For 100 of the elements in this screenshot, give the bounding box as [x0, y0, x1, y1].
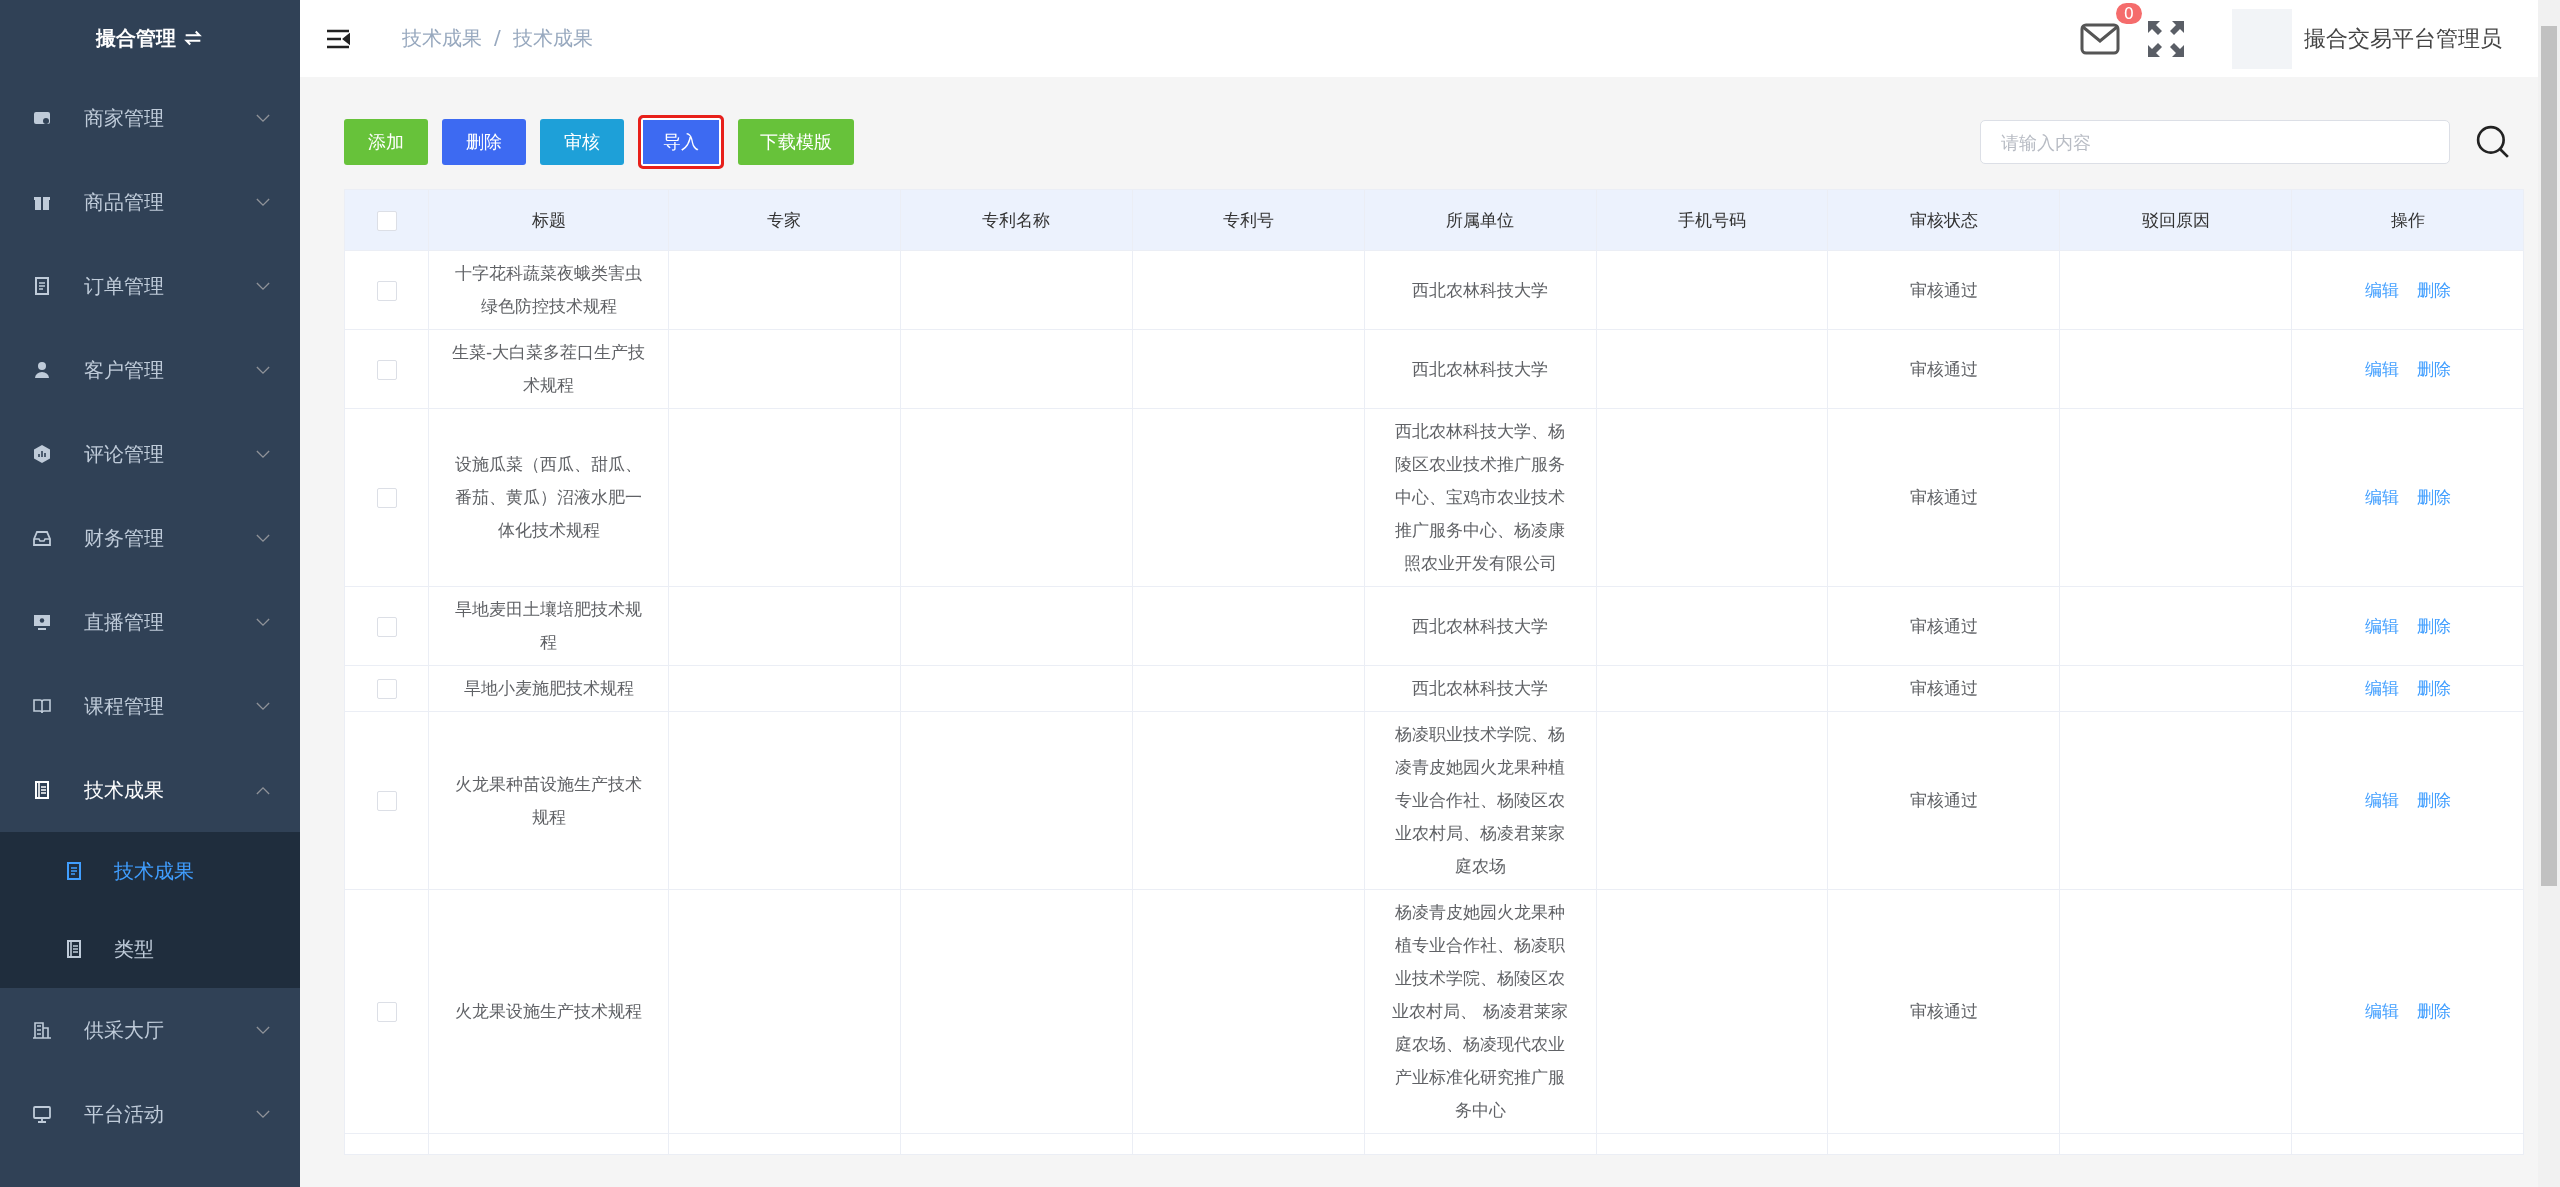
action-link[interactable]: 删除: [2416, 273, 2451, 307]
table-cell: 杨凌职业技术学院、杨凌青皮她园火龙果种植专业合作社、杨陵区农业农村局、杨凌君莱家庭农场: [1395, 724, 1566, 876]
checkbox[interactable]: [376, 280, 397, 301]
table-cell: 火龙果设施生产技术规程: [455, 1001, 642, 1021]
action-link[interactable]: 删除: [2416, 352, 2451, 386]
column-header: 所属单位: [1446, 209, 1515, 230]
user-name[interactable]: 撮合交易平台管理员: [2304, 23, 2502, 54]
table-cell: 审核通过: [1909, 615, 1978, 636]
menu-item[interactable]: 供采大厅: [0, 988, 300, 1072]
chevron-icon: [256, 449, 270, 459]
checkbox[interactable]: [376, 488, 397, 508]
breadcrumb-item[interactable]: 技术成果: [512, 25, 593, 52]
table-cell: 审核通过: [1909, 678, 1978, 698]
table-cell: 杨凌青皮她园火龙果种植专业合作社、杨凌职业技术学院、杨陵区农业农村局、 杨凌君莱家庭农场、杨凌现代农业产业标准化研究推广服务中心: [1392, 902, 1568, 1120]
chevron-icon: [256, 701, 270, 711]
table-cell: 审核通过: [1909, 1001, 1978, 1021]
checkbox[interactable]: [376, 616, 397, 637]
list-icon: [64, 939, 84, 959]
breadcrumb-separator: /: [494, 25, 501, 51]
menu-item[interactable]: 评论管理: [0, 412, 300, 496]
table-cell: 西北农林科技大学: [1412, 279, 1549, 300]
submenu-item[interactable]: 技术成果: [0, 832, 300, 910]
mail-icon[interactable]: [2080, 22, 2120, 55]
fullscreen-icon[interactable]: [2146, 18, 2186, 59]
action-link[interactable]: 编辑: [2364, 352, 2399, 386]
column-header: 专家: [767, 209, 802, 230]
table-cell: 西北农林科技大学: [1412, 678, 1549, 698]
toolbar-button[interactable]: 下载模版: [738, 119, 854, 165]
chevron-icon: [256, 533, 270, 543]
user-icon: [32, 360, 52, 380]
column-header: 审核状态: [1909, 209, 1978, 230]
action-link[interactable]: 删除: [2416, 995, 2451, 1028]
chevron-icon: [256, 617, 270, 627]
chevron-icon: [256, 1025, 270, 1035]
toolbar-button[interactable]: 删除: [442, 119, 526, 165]
column-header: 标题: [531, 209, 566, 230]
checkbox[interactable]: [376, 210, 397, 231]
search-icon[interactable]: [2476, 125, 2510, 159]
table-cell: 审核通过: [1909, 790, 1978, 810]
menu-icon[interactable]: [326, 28, 350, 49]
action-link[interactable]: 编辑: [2364, 995, 2399, 1028]
menu-item[interactable]: 财务管理: [0, 496, 300, 580]
chevron-icon: [256, 113, 270, 123]
checkbox[interactable]: [376, 791, 397, 811]
action-link[interactable]: 删除: [2416, 609, 2451, 643]
checkbox[interactable]: [376, 359, 397, 380]
action-link[interactable]: 删除: [2416, 481, 2451, 514]
building-icon: [32, 1020, 52, 1040]
menu-item[interactable]: 商品管理: [0, 160, 300, 244]
toolbar-button[interactable]: 审核: [540, 119, 624, 165]
monitor-icon: [32, 1104, 52, 1124]
menu-item[interactable]: 客户管理: [0, 328, 300, 412]
action-link[interactable]: 编辑: [2364, 672, 2399, 705]
breadcrumb-item[interactable]: 技术成果: [402, 25, 482, 52]
table-cell: 十字花科蔬菜夜蛾类害虫绿色防控技术规程: [455, 263, 642, 316]
submenu-item[interactable]: 类型: [0, 910, 300, 988]
list-icon: [32, 780, 52, 800]
table-cell: 设施瓜菜（西瓜、甜瓜、番茄、黄瓜）沼液水肥一体化技术规程: [455, 454, 642, 540]
column-header: 操作: [2390, 209, 2425, 230]
column-header: 手机号码: [1677, 209, 1746, 230]
chevron-icon: [256, 197, 270, 207]
menu-item[interactable]: 订单管理: [0, 244, 300, 328]
checkbox[interactable]: [376, 679, 397, 699]
action-link[interactable]: 编辑: [2364, 273, 2399, 307]
column-header: 专利名称: [982, 209, 1051, 230]
toolbar-button[interactable]: 添加: [344, 119, 428, 165]
table-cell: 西北农林科技大学: [1412, 615, 1549, 636]
menu-item[interactable]: 课程管理: [0, 664, 300, 748]
table-cell: 生菜-大白菜多茬口生产技术规程: [451, 342, 646, 395]
table-cell: 西北农林科技大学: [1412, 358, 1549, 379]
action-link[interactable]: 删除: [2416, 784, 2451, 817]
action-link[interactable]: 编辑: [2364, 481, 2399, 514]
chevron-icon: [256, 281, 270, 291]
notification-badge: 0: [2115, 2, 2142, 24]
checkbox[interactable]: [376, 1002, 397, 1022]
screen-icon: [32, 612, 52, 632]
table-cell: 西北农林科技大学、杨陵区农业技术推广服务中心、宝鸡市农业技术推广服务中心、杨凌康照农业开发有限公司: [1395, 421, 1566, 573]
doc-icon: [32, 276, 52, 296]
chevron-icon: [256, 785, 270, 795]
toolbar-button[interactable]: 导入: [638, 115, 724, 169]
inbox-icon: [32, 528, 52, 548]
menu-item[interactable]: 商家管理: [0, 76, 300, 160]
search-field[interactable]: 请输入内容: [1980, 120, 2450, 164]
column-header: 专利号: [1222, 209, 1274, 230]
action-link[interactable]: 编辑: [2364, 609, 2399, 643]
table-cell: 审核通过: [1909, 358, 1978, 379]
action-link[interactable]: 删除: [2416, 672, 2451, 705]
table-cell: 审核通过: [1909, 279, 1978, 300]
hex-icon: [32, 444, 52, 464]
table-cell: 旱地麦田土壤培肥技术规程: [455, 599, 642, 652]
menu-item[interactable]: 直播管理: [0, 580, 300, 664]
column-header: 驳回原因: [2141, 209, 2210, 230]
chevron-icon: [256, 1109, 270, 1119]
document-icon: [64, 861, 84, 881]
chevron-icon: [256, 365, 270, 375]
menu-item[interactable]: 技术成果: [0, 748, 300, 832]
scrollbar[interactable]: [2538, 0, 2560, 1187]
menu-item[interactable]: 平台活动: [0, 1072, 300, 1156]
table-cell: 审核通过: [1909, 487, 1978, 507]
action-link[interactable]: 编辑: [2364, 784, 2399, 817]
